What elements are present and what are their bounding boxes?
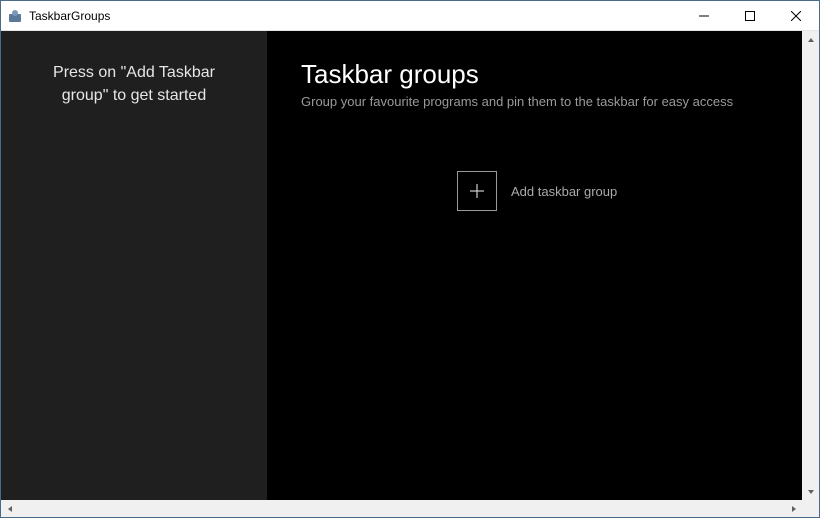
titlebar: TaskbarGroups — [1, 1, 819, 31]
app-icon — [7, 8, 23, 24]
content-wrapper: Press on "Add Taskbar group" to get star… — [1, 31, 802, 500]
scroll-right-button[interactable] — [785, 500, 802, 517]
plus-icon — [457, 171, 497, 211]
maximize-button[interactable] — [727, 1, 773, 30]
app-window: TaskbarGroups Press on "Add Taskbar grou… — [0, 0, 820, 518]
add-taskbar-group-label: Add taskbar group — [511, 184, 617, 199]
vertical-scrollbar[interactable] — [802, 31, 819, 500]
horizontal-scroll-track[interactable] — [18, 500, 785, 517]
page-subtitle: Group your favourite programs and pin th… — [301, 94, 768, 109]
window-controls — [681, 1, 819, 30]
app-body: Press on "Add Taskbar group" to get star… — [1, 31, 819, 517]
sidebar: Press on "Add Taskbar group" to get star… — [1, 31, 267, 500]
close-button[interactable] — [773, 1, 819, 30]
scroll-left-button[interactable] — [1, 500, 18, 517]
sidebar-hint-line1: Press on "Add Taskbar — [21, 61, 247, 84]
add-taskbar-group-button[interactable]: Add taskbar group — [457, 171, 617, 211]
vertical-scroll-track[interactable] — [802, 48, 819, 483]
sidebar-hint-line2: group" to get started — [21, 84, 247, 107]
scroll-up-button[interactable] — [802, 31, 819, 48]
main-area: Taskbar groups Group your favourite prog… — [267, 31, 802, 500]
page-title: Taskbar groups — [301, 59, 768, 90]
scroll-corner — [802, 500, 819, 517]
scroll-down-button[interactable] — [802, 483, 819, 500]
window-title: TaskbarGroups — [29, 9, 681, 23]
minimize-button[interactable] — [681, 1, 727, 30]
horizontal-scrollbar[interactable] — [1, 500, 802, 517]
